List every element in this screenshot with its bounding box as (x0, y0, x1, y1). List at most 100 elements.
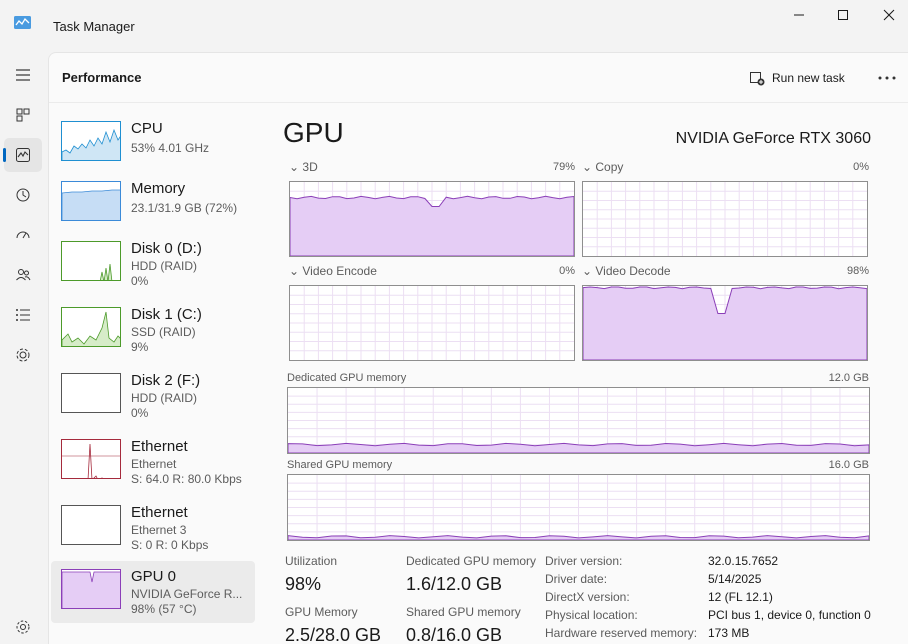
engine-copy-plot (583, 182, 867, 256)
driver-date-label: Driver date: (545, 572, 608, 586)
users-icon[interactable] (4, 258, 42, 292)
more-options-icon[interactable] (875, 67, 899, 89)
shared-memory-plot (288, 475, 869, 540)
run-new-task-button[interactable]: Run new task (749, 67, 845, 89)
close-button[interactable] (866, 4, 908, 26)
directx-version-value: 12 (FL 12.1) (708, 590, 773, 604)
physical-location-value: PCI bus 1, device 0, function 0 (708, 608, 871, 622)
engine-video-encode-percent: 0% (559, 265, 575, 277)
engine-copy-label[interactable]: ⌄ Copy (582, 160, 623, 174)
dedicated-memory-graph (287, 387, 870, 454)
device-name: Disk 1 (C:) (131, 306, 202, 323)
engine-3d-label[interactable]: ⌄ 3D (289, 160, 318, 174)
device-disk-1[interactable]: Disk 1 (C:) SSD (RAID) 9% (51, 299, 255, 361)
engine-3d-percent: 79% (552, 161, 575, 173)
device-usage: 0% (131, 274, 149, 288)
disk1-thumbnail-graph (61, 307, 121, 347)
run-new-task-label: Run new task (772, 71, 845, 85)
cpu-thumbnail-graph (61, 121, 121, 161)
nav-rail (0, 50, 48, 644)
gpu-title: GPU (283, 117, 344, 148)
window-title: Task Manager (53, 19, 135, 34)
engine-video-decode-percent: 98% (846, 265, 869, 277)
device-memory[interactable]: Memory 23.1/31.9 GB (72%) (51, 173, 255, 235)
gpu-memory-value: 2.5/28.0 GB (285, 625, 382, 644)
performance-icon[interactable] (3, 138, 42, 172)
shared-memory-max: 16.0 GB (828, 459, 869, 471)
main-pane: Performance Run new task CPU 53% 4.01 GH… (48, 52, 908, 644)
shared-memory-value: 0.8/16.0 GB (406, 625, 503, 644)
page-title: Performance (62, 70, 142, 85)
driver-version-label: Driver version: (545, 554, 623, 568)
shared-memory-label: Shared GPU memory (406, 605, 521, 619)
disk2-thumbnail-graph (61, 373, 121, 413)
device-throughput: S: 0 R: 0 Kbps (131, 538, 209, 552)
shared-memory-graph-label: Shared GPU memory (287, 459, 393, 471)
device-ethernet-3[interactable]: Ethernet Ethernet 3 S: 0 R: 0 Kbps (51, 497, 255, 559)
dedicated-memory-graph-label: Dedicated GPU memory (287, 372, 407, 384)
driver-version-value: 32.0.15.7652 (708, 554, 779, 568)
device-adapter: Ethernet (131, 457, 177, 471)
dedicated-memory-plot (288, 388, 869, 453)
device-cpu[interactable]: CPU 53% 4.01 GHz (51, 113, 255, 175)
engine-video-decode-graph (582, 285, 868, 361)
device-name: CPU (131, 120, 163, 137)
gpu-model-name: NVIDIA GeForce RTX 3060 (675, 130, 871, 147)
disk0-thumbnail-graph (61, 241, 121, 281)
dedicated-memory-value: 1.6/12.0 GB (406, 574, 503, 594)
device-detail: 23.1/31.9 GB (72%) (131, 201, 238, 215)
engine-3d-graph (289, 181, 575, 257)
device-type: HDD (RAID) (131, 391, 197, 405)
device-model: NVIDIA GeForce R... (131, 587, 243, 601)
device-name: Ethernet (131, 438, 188, 455)
ethernet-thumbnail-graph (61, 439, 121, 479)
title-bar: Task Manager (0, 0, 908, 50)
device-disk-0[interactable]: Disk 0 (D:) HDD (RAID) 0% (51, 233, 255, 295)
hamburger-menu-icon[interactable] (4, 58, 42, 92)
device-type: SSD (RAID) (131, 325, 196, 339)
device-throughput: S: 64.0 R: 80.0 Kbps (131, 472, 242, 486)
details-icon[interactable] (4, 298, 42, 332)
minimize-button[interactable] (776, 4, 822, 26)
task-manager-icon (14, 16, 31, 29)
device-ethernet[interactable]: Ethernet Ethernet S: 64.0 R: 80.0 Kbps (51, 431, 255, 493)
device-adapter: Ethernet 3 (131, 523, 187, 537)
physical-location-label: Physical location: (545, 608, 638, 622)
settings-gear-icon[interactable] (4, 610, 42, 644)
gpu-thumbnail-graph (61, 569, 121, 609)
processes-icon[interactable] (4, 98, 42, 132)
device-name: Disk 2 (F:) (131, 372, 201, 389)
engine-video-encode-label[interactable]: ⌄ Video Encode (289, 264, 377, 278)
device-disk-2[interactable]: Disk 2 (F:) HDD (RAID) 0% (51, 365, 255, 427)
device-usage: 9% (131, 340, 149, 354)
engine-video-encode-plot (290, 286, 574, 360)
driver-date-value: 5/14/2025 (708, 572, 762, 586)
engine-video-decode-label[interactable]: ⌄ Video Decode (582, 264, 671, 278)
device-gpu-0[interactable]: GPU 0 NVIDIA GeForce R... 98% (57 °C) (51, 561, 255, 623)
services-icon[interactable] (4, 338, 42, 372)
device-name: Memory (131, 180, 186, 197)
ethernet3-thumbnail-graph (61, 505, 121, 545)
engine-copy-percent: 0% (853, 161, 869, 173)
hardware-reserved-memory-value: 173 MB (708, 626, 750, 640)
maximize-button[interactable] (820, 4, 866, 26)
page-header: Performance Run new task (49, 53, 908, 103)
startup-apps-icon[interactable] (4, 218, 42, 252)
utilization-label: Utilization (285, 554, 338, 568)
device-name: Disk 0 (D:) (131, 240, 202, 257)
device-name: Ethernet (131, 504, 188, 521)
directx-version-label: DirectX version: (545, 590, 630, 604)
engine-video-encode-graph (289, 285, 575, 361)
device-usage: 98% (57 °C) (131, 602, 197, 616)
engine-3d-plot (290, 182, 574, 256)
run-task-icon (750, 72, 765, 86)
memory-thumbnail-graph (61, 181, 121, 221)
shared-memory-graph (287, 474, 870, 541)
hardware-reserved-memory-label: Hardware reserved memory: (545, 626, 698, 640)
app-history-icon[interactable] (4, 178, 42, 212)
device-name: GPU 0 (131, 568, 177, 585)
utilization-value: 98% (285, 574, 322, 594)
device-usage: 0% (131, 406, 149, 420)
dedicated-memory-max: 12.0 GB (828, 372, 869, 384)
engine-copy-graph (582, 181, 868, 257)
